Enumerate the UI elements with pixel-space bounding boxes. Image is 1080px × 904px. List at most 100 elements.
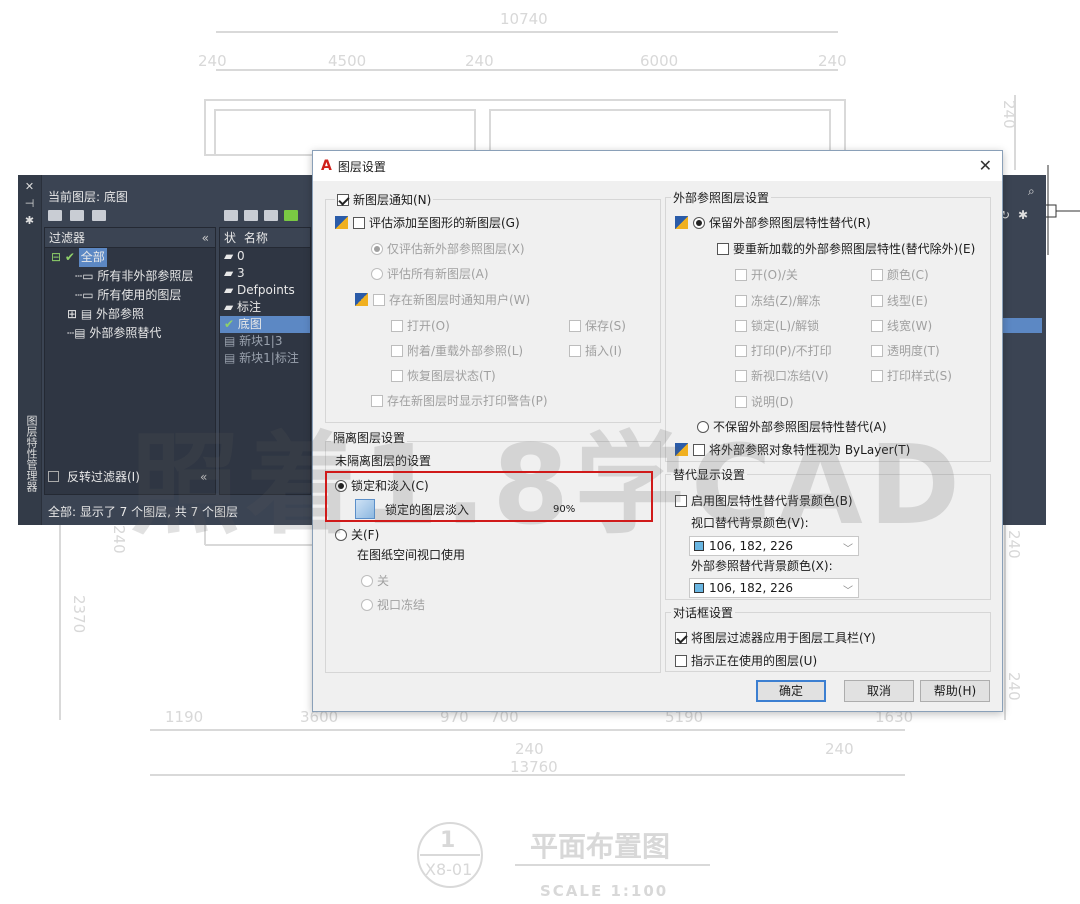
xref-opt[interactable]: 打印样式(S) xyxy=(871,367,952,384)
new-vp-frozen-layer-icon[interactable] xyxy=(244,210,258,221)
search-icon[interactable]: ⌕ xyxy=(1028,184,1035,199)
invert-filter-checkbox[interactable] xyxy=(48,471,59,482)
checkbox[interactable] xyxy=(391,319,403,332)
layer-row[interactable]: ▰ 标注 xyxy=(220,299,310,316)
keep-xref-option[interactable]: 保留外部参照图层特性替代(R) xyxy=(675,214,871,231)
radio[interactable] xyxy=(361,574,373,587)
new-filter-icon[interactable] xyxy=(48,210,62,221)
radio[interactable] xyxy=(371,267,383,280)
tree-item-nonxref[interactable]: ┄▭ 所有非外部参照层 xyxy=(45,267,215,286)
invert-filter[interactable]: 反转过滤器(I) « xyxy=(48,468,207,485)
indicate-used-option[interactable]: 指示正在使用的图层(U) xyxy=(675,652,817,669)
checkbox[interactable] xyxy=(871,268,883,281)
radio[interactable] xyxy=(697,420,709,433)
new-group-filter-icon[interactable] xyxy=(70,210,84,221)
help-button[interactable]: 帮助(H) xyxy=(920,680,990,702)
xref-override-color-select[interactable]: 106, 182, 226 ﹀ xyxy=(689,578,859,598)
checkbox[interactable] xyxy=(871,369,883,382)
new-layer-icon[interactable] xyxy=(224,210,238,221)
xref-opt[interactable]: 线宽(W) xyxy=(871,317,932,334)
off2-option[interactable]: 关 xyxy=(361,572,389,589)
warn-plot-option[interactable]: 存在新图层时显示打印警告(P) xyxy=(371,392,548,409)
column-name[interactable]: 名称 xyxy=(244,231,268,245)
checkbox[interactable] xyxy=(675,494,687,507)
column-status[interactable]: 状 xyxy=(224,231,236,245)
xref-opt[interactable]: 开(O)/关 xyxy=(735,266,798,283)
treat-bylayer-option[interactable]: 将外部参照对象特性视为 ByLayer(T) xyxy=(675,441,910,458)
checkbox[interactable] xyxy=(373,293,385,306)
radio[interactable] xyxy=(361,598,373,611)
checkbox[interactable] xyxy=(675,654,687,667)
new-layer-notify-option[interactable]: 新图层通知(N) xyxy=(335,191,434,208)
tree-item-used[interactable]: ┄▭ 所有使用的图层 xyxy=(45,286,215,305)
checkbox[interactable] xyxy=(675,631,687,644)
xref-opt[interactable]: 线型(E) xyxy=(871,292,928,309)
layer-row[interactable]: ▰ 0 xyxy=(220,248,310,265)
checkbox[interactable] xyxy=(693,443,705,456)
radio[interactable] xyxy=(693,216,705,229)
xref-opt[interactable]: 说明(D) xyxy=(735,393,794,410)
checkbox[interactable] xyxy=(717,242,729,255)
collapse-icon[interactable]: « xyxy=(202,228,209,248)
open-option[interactable]: 打开(O) xyxy=(391,317,450,334)
layer-row-current[interactable]: ✔ 底图 xyxy=(220,316,310,333)
checkbox[interactable] xyxy=(871,294,883,307)
tree-item-xref-override[interactable]: ┄▤ 外部参照替代 xyxy=(45,324,215,343)
xref-opt[interactable]: 新视口冻结(V) xyxy=(735,367,829,384)
checkbox[interactable] xyxy=(735,369,747,382)
settings-gear-icon[interactable]: ✱ xyxy=(1018,208,1028,222)
checkbox[interactable] xyxy=(337,193,349,206)
no-keep-xref-option[interactable]: 不保留外部参照图层特性替代(A) xyxy=(697,418,887,435)
checkbox[interactable] xyxy=(569,344,581,357)
checkbox[interactable] xyxy=(871,344,883,357)
close-button[interactable]: ✕ xyxy=(979,156,992,175)
cancel-button[interactable]: 取消 xyxy=(844,680,914,702)
checkbox[interactable] xyxy=(391,344,403,357)
attach-reload-option[interactable]: 附着/重载外部参照(L) xyxy=(391,342,523,359)
xref-opt[interactable]: 冻结(Z)/解冻 xyxy=(735,292,821,309)
xref-opt[interactable]: 锁定(L)/解锁 xyxy=(735,317,819,334)
checkbox[interactable] xyxy=(735,319,747,332)
enable-override-option[interactable]: 启用图层特性替代背景颜色(B) xyxy=(675,492,853,509)
gear-icon[interactable]: ✱ xyxy=(18,212,41,229)
reload-xref-option[interactable]: 要重新加载的外部参照图层特性(替代除外)(E) xyxy=(717,240,975,257)
pin-icon[interactable]: ⊣ xyxy=(18,195,41,212)
tree-item-xref[interactable]: ⊞ ▤ 外部参照 xyxy=(45,305,215,324)
checkbox[interactable] xyxy=(735,344,747,357)
set-current-icon[interactable] xyxy=(284,210,298,221)
vp-override-color-select[interactable]: 106, 182, 226 ﹀ xyxy=(689,536,859,556)
tree-expander[interactable]: ⊟ ✔ xyxy=(51,250,75,264)
delete-layer-icon[interactable] xyxy=(264,210,278,221)
collapse-filter-icon[interactable]: « xyxy=(200,470,207,484)
xref-opt[interactable]: 打印(P)/不打印 xyxy=(735,342,832,359)
radio[interactable] xyxy=(371,242,383,255)
checkbox[interactable] xyxy=(391,369,403,382)
xref-opt[interactable]: 颜色(C) xyxy=(871,266,929,283)
insert-option[interactable]: 插入(I) xyxy=(569,342,622,359)
layer-row[interactable]: ▤ 新块1|3 xyxy=(220,333,310,350)
state-manager-icon[interactable] xyxy=(92,210,106,221)
close-icon[interactable]: ✕ xyxy=(18,178,41,195)
restore-state-option[interactable]: 恢复图层状态(T) xyxy=(391,367,496,384)
radio[interactable] xyxy=(335,528,347,541)
checkbox[interactable] xyxy=(735,395,747,408)
layer-row[interactable]: ▰ 3 xyxy=(220,265,310,282)
checkbox[interactable] xyxy=(735,294,747,307)
eval-new-layers-option[interactable]: 评估添加至图形的新图层(G) xyxy=(335,214,520,231)
ok-button[interactable]: 确定 xyxy=(756,680,826,702)
notify-when-exist-option[interactable]: 存在新图层时通知用户(W) xyxy=(355,291,530,308)
apply-filter-option[interactable]: 将图层过滤器应用于图层工具栏(Y) xyxy=(675,629,876,646)
eval-all-option[interactable]: 评估所有新图层(A) xyxy=(371,265,489,282)
layer-row[interactable]: ▤ 新块1|标注 xyxy=(220,350,310,367)
save-option[interactable]: 保存(S) xyxy=(569,317,626,334)
checkbox[interactable] xyxy=(371,394,383,407)
eval-xref-only-option[interactable]: 仅评估新外部参照图层(X) xyxy=(371,240,525,257)
layer-row[interactable]: ▰ Defpoints xyxy=(220,282,310,299)
off-option[interactable]: 关(F) xyxy=(335,526,379,543)
tree-expander[interactable]: ⊞ xyxy=(67,307,77,321)
checkbox[interactable] xyxy=(353,216,365,229)
checkbox[interactable] xyxy=(569,319,581,332)
checkbox[interactable] xyxy=(735,268,747,281)
checkbox[interactable] xyxy=(871,319,883,332)
vp-freeze-option[interactable]: 视口冻结 xyxy=(361,596,425,613)
